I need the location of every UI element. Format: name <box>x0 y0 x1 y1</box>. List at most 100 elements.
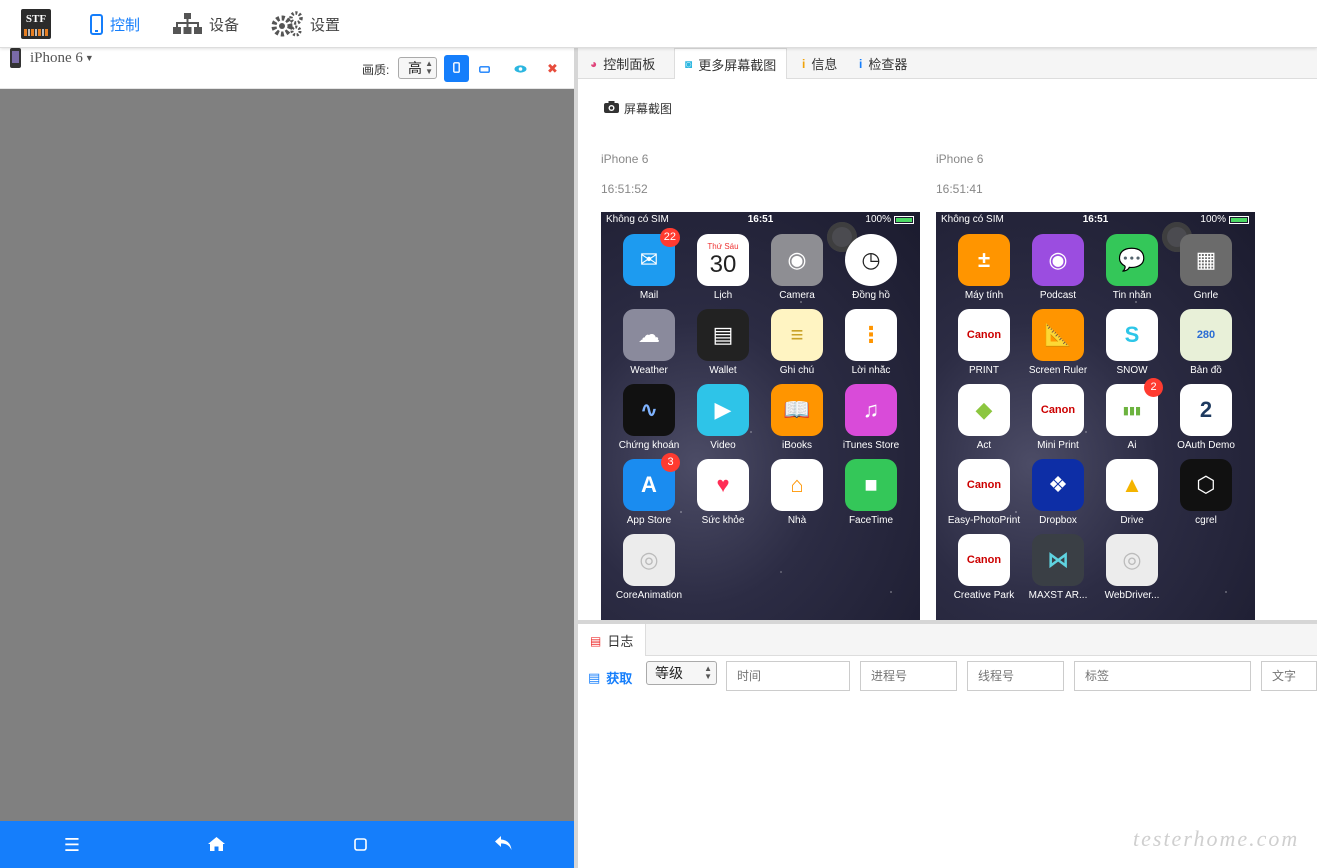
get-logs-button[interactable]: ▤ 获取 <box>588 668 632 687</box>
app-label: Tin nhắn <box>1112 290 1152 301</box>
app-icon[interactable]: Canon Easy-PhotoPrint <box>947 459 1021 526</box>
tab-screenshots[interactable]: ◙ 更多屏幕截图 <box>674 48 788 80</box>
app-glyph-icon: S <box>1106 309 1158 361</box>
app-icon[interactable]: Thứ Sáu 30 Lịch <box>686 234 760 301</box>
landscape-icon <box>479 61 490 76</box>
app-icon[interactable]: ⋮ Lời nhắc <box>834 309 908 376</box>
stf-logo[interactable]: STF <box>21 9 51 39</box>
home-button[interactable] <box>204 833 228 857</box>
nav-control[interactable]: 控制 <box>90 12 140 36</box>
app-icon[interactable]: 📖 iBooks <box>760 384 834 451</box>
app-icon[interactable]: ▶ Video <box>686 384 760 451</box>
app-icon[interactable]: ◷ Đồng hồ <box>834 234 908 301</box>
app-glyph-icon: ♫ <box>845 384 897 436</box>
app-glyph: ❖ <box>1048 472 1068 497</box>
app-icon[interactable]: S SNOW <box>1095 309 1169 376</box>
app-label: Wallet <box>709 365 737 376</box>
close-device-button[interactable]: ✖ <box>540 55 565 82</box>
app-icon[interactable]: ∿ Chứng khoán <box>612 384 686 451</box>
app-icon[interactable]: ≡ Ghi chú <box>760 309 834 376</box>
app-icon[interactable]: ◎ WebDriver... <box>1095 534 1169 601</box>
app-icon[interactable]: ⬡ cgrel <box>1169 459 1243 526</box>
calendar-day: 30 <box>709 251 737 278</box>
app-icon[interactable]: ■ FaceTime <box>834 459 908 526</box>
tid-filter-input[interactable] <box>967 661 1064 691</box>
tab-logs-label: 日志 <box>607 634 634 649</box>
app-glyph-icon: ◎ <box>1106 534 1158 586</box>
app-icon[interactable]: ▦ Gnrle <box>1169 234 1243 301</box>
app-icon[interactable]: 280 Bản đồ <box>1169 309 1243 376</box>
app-icon[interactable]: A 3 App Store <box>612 453 686 526</box>
calendar-weekday: Thứ Sáu <box>707 242 739 251</box>
app-icon[interactable]: Canon PRINT <box>947 309 1021 376</box>
nav-devices[interactable]: 设备 <box>173 12 239 36</box>
app-label: Ghi chú <box>779 365 815 376</box>
app-icon[interactable]: ♫ iTunes Store <box>834 384 908 451</box>
text-filter-input[interactable] <box>1261 661 1317 691</box>
quality-select[interactable]: 高 ▲ ▼ <box>398 57 437 79</box>
app-icon[interactable]: 2 OAuth Demo <box>1169 384 1243 451</box>
app-glyph: ◆ <box>975 397 993 422</box>
top-nav: STF 控制 设备 设置 <box>0 0 1317 48</box>
app-icon[interactable]: ⌂ Nhà <box>760 459 834 526</box>
app-icon[interactable]: ▤ Wallet <box>686 309 760 376</box>
app-icon[interactable]: Canon Mini Print <box>1021 384 1095 451</box>
view-only-button[interactable] <box>508 55 533 82</box>
tag-filter-input[interactable] <box>1074 661 1251 691</box>
app-glyph-icon: Canon <box>958 459 1010 511</box>
app-glyph: S <box>1124 322 1140 347</box>
device-selector[interactable]: iPhone 6 ▼ <box>10 48 94 68</box>
app-glyph: ♥ <box>716 472 730 497</box>
app-glyph: Canon <box>966 329 1002 341</box>
app-icon[interactable]: ☁ Weather <box>612 309 686 376</box>
app-glyph-icon: ▶ <box>697 384 749 436</box>
app-icon[interactable]: ◎ CoreAnimation <box>612 534 686 601</box>
screenshot-image[interactable]: Không có SIM 16:51 100% ± Máy tính ◉ Podcas… <box>936 212 1255 620</box>
time-filter-input[interactable] <box>726 661 850 691</box>
app-icon[interactable]: ▮▮▮ 2 Ai <box>1095 378 1169 451</box>
app-icon[interactable]: 📐 Screen Ruler <box>1021 309 1095 376</box>
list-icon: ▤ <box>588 669 601 685</box>
app-icon[interactable]: ◉ Camera <box>760 234 834 301</box>
battery-indicator: 100% <box>1200 214 1249 225</box>
app-switch-button[interactable] <box>348 833 372 857</box>
pid-filter-input[interactable] <box>860 661 957 691</box>
back-button[interactable] <box>491 833 515 857</box>
app-icon[interactable]: ◆ Act <box>947 384 1021 451</box>
info-icon: i <box>859 56 863 71</box>
tab-logs[interactable]: ▤ 日志 <box>578 624 647 657</box>
gears-icon <box>271 10 303 38</box>
app-label: iTunes Store <box>842 440 900 451</box>
app-label: Chứng khoán <box>618 440 680 451</box>
app-icon[interactable]: ◉ Podcast <box>1021 234 1095 301</box>
nav-control-label: 控制 <box>110 16 141 34</box>
screenshot-image[interactable]: Không có SIM 16:51 100% ✉ 22 Mail Thứ Sáu 30… <box>601 212 920 620</box>
app-glyph: ◉ <box>787 247 807 272</box>
app-icon[interactable]: ▲ Drive <box>1095 459 1169 526</box>
tab-info[interactable]: i 信息 <box>792 48 847 79</box>
take-screenshot-button[interactable]: 屏幕截图 <box>604 100 672 117</box>
menu-button[interactable]: ☰ <box>60 833 84 857</box>
app-glyph-icon: ◎ <box>623 534 675 586</box>
log-level-select[interactable]: 等级 ▲ ▼ <box>646 661 717 685</box>
app-icon[interactable]: ✉ 22 Mail <box>612 228 686 301</box>
eye-icon <box>514 61 527 76</box>
app-icon[interactable]: ♥ Sức khỏe <box>686 459 760 526</box>
shot-device: iPhone 6 <box>936 152 984 166</box>
device-name: iPhone 6 <box>30 49 83 66</box>
app-glyph-icon: ◷ <box>845 234 897 286</box>
portrait-button[interactable] <box>444 55 469 82</box>
app-icon[interactable]: ± Máy tính <box>947 234 1021 301</box>
app-icon[interactable]: Canon Creative Park <box>947 534 1021 601</box>
nav-settings[interactable]: 设置 <box>271 10 340 38</box>
tab-dashboard[interactable]: ◕ 控制面板 <box>580 48 665 79</box>
app-icon[interactable]: ❖ Dropbox <box>1021 459 1095 526</box>
app-glyph: ⋮ <box>860 322 882 347</box>
app-icon[interactable]: 💬 Tin nhắn <box>1095 234 1169 301</box>
app-label: PRINT <box>969 365 999 376</box>
landscape-button[interactable] <box>472 55 497 82</box>
app-glyph-icon: ◉ <box>771 234 823 286</box>
tab-inspector[interactable]: i 检查器 <box>849 48 917 79</box>
app-glyph: 📐 <box>1044 322 1072 347</box>
app-icon[interactable]: ⋈ MAXST AR... <box>1021 534 1095 601</box>
